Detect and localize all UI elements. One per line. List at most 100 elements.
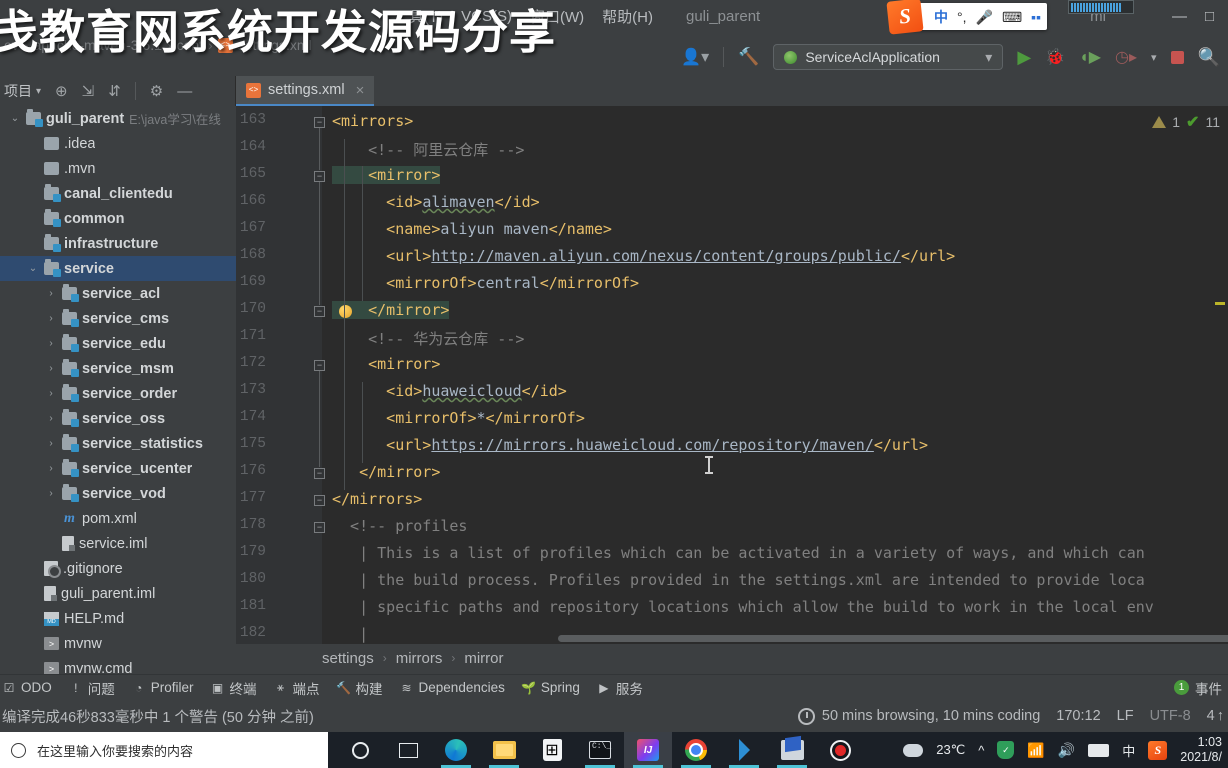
breadcrumb-mirrors[interactable]: mirrors — [396, 650, 443, 667]
indent-setting[interactable]: 4 ↑ — [1207, 708, 1224, 724]
menu-item-help[interactable]: 帮助(H) — [593, 6, 662, 27]
wifi-icon[interactable]: 📶 — [1027, 742, 1044, 759]
hide-icon[interactable]: — — [177, 83, 192, 100]
fold-column[interactable]: − − − − − − − — [314, 106, 334, 644]
chevron-right-icon[interactable]: › — [45, 413, 57, 424]
touch-keyboard-icon[interactable] — [1088, 743, 1110, 757]
chevron-right-icon[interactable]: › — [45, 363, 57, 374]
code-fold-toggle[interactable]: − — [314, 171, 325, 182]
tree-item-guli_parentiml[interactable]: guli_parent.iml — [0, 581, 236, 606]
code-line[interactable]: <mirrorOf>central</mirrorOf> — [332, 274, 639, 292]
code-line[interactable]: <mirror> — [332, 166, 441, 184]
chevron-right-icon[interactable]: › — [45, 388, 57, 399]
tree-item-service_cms[interactable]: › service_cms — [0, 306, 236, 331]
tree-item-idea[interactable]: .idea — [0, 131, 236, 156]
intention-bulb-icon[interactable] — [339, 305, 352, 318]
tree-item-service_order[interactable]: › service_order — [0, 381, 236, 406]
code-line[interactable]: | specific paths and repository location… — [332, 598, 1154, 616]
chevron-right-icon[interactable]: › — [45, 313, 57, 324]
taskbar-edge-icon[interactable] — [432, 732, 480, 768]
gear-icon[interactable]: ⚙ — [150, 82, 163, 100]
taskbar-task-view-icon[interactable] — [384, 732, 432, 768]
code-line[interactable]: <!-- 阿里云仓库 --> — [332, 139, 524, 160]
tree-item-helpmd[interactable]: HELP.md — [0, 606, 236, 631]
gutter-warning-marker[interactable] — [1215, 302, 1225, 305]
line-separator[interactable]: LF — [1117, 708, 1134, 724]
tree-item-canal_clientedu[interactable]: canal_clientedu — [0, 181, 236, 206]
code-line[interactable]: </mirror> — [332, 463, 440, 481]
taskbar-vscode-icon[interactable] — [720, 732, 768, 768]
code-line[interactable]: <url>http://maven.aliyun.com/nexus/conte… — [332, 247, 955, 265]
chevron-right-icon[interactable]: › — [45, 438, 57, 449]
tree-item-service_oss[interactable]: › service_oss — [0, 406, 236, 431]
ime-microphone-icon[interactable]: 🎤 — [976, 10, 993, 24]
volume-icon[interactable]: 🔊 — [1058, 742, 1075, 759]
code-fold-toggle[interactable]: − — [314, 117, 325, 128]
breadcrumb-mirror[interactable]: mirror — [464, 650, 503, 667]
code-line[interactable]: <url>https://mirrors.huaweicloud.com/rep… — [332, 436, 928, 454]
toolwindow-[interactable]: 🔨 构建 — [336, 678, 382, 698]
tree-item-service_acl[interactable]: › service_acl — [0, 281, 236, 306]
ime-chinese-mode-icon[interactable]: 中 — [934, 10, 948, 24]
tree-item-infrastructure[interactable]: infrastructure — [0, 231, 236, 256]
search-icon[interactable]: 🔍 — [1198, 47, 1220, 68]
tree-item-mvnw[interactable]: > mvnw — [0, 631, 236, 656]
chevron-down-icon[interactable]: ▾ — [1151, 51, 1157, 64]
chevron-right-icon[interactable]: › — [45, 463, 57, 474]
code-line[interactable]: <name>aliyun maven</name> — [332, 220, 612, 238]
build-hammer-icon[interactable]: 🔨 — [738, 47, 759, 67]
code-line[interactable]: | the build process. Profiles provided i… — [332, 571, 1145, 589]
code-fold-toggle[interactable]: − — [314, 468, 325, 479]
code-line[interactable]: | This is a list of profiles which can b… — [332, 544, 1145, 562]
maximize-button[interactable]: □ — [1205, 8, 1214, 25]
windows-search-box[interactable]: 在这里输入你要搜索的内容 — [0, 732, 328, 768]
activity-tracker[interactable]: 50 mins browsing, 10 mins coding — [797, 707, 1040, 725]
chevron-down-icon[interactable]: ⌄ — [9, 113, 21, 124]
toolwindow-spring[interactable]: 🌱 Spring — [521, 680, 580, 695]
taskbar-terminal-icon[interactable]: C:\_ — [576, 732, 624, 768]
taskbar-microsoft-store-icon[interactable]: ⊞ — [528, 732, 576, 768]
chevron-down-icon[interactable]: ▾ — [36, 86, 41, 97]
file-encoding[interactable]: UTF-8 — [1150, 708, 1191, 724]
sogou-tray-icon[interactable]: S — [1148, 740, 1168, 760]
close-icon[interactable]: × — [356, 82, 365, 99]
tree-item-service_statistics[interactable]: › service_statistics — [0, 431, 236, 456]
code-line[interactable]: <mirrorOf>*</mirrorOf> — [332, 409, 585, 427]
taskbar-navicat-icon[interactable] — [768, 732, 816, 768]
chevron-right-icon[interactable]: › — [45, 488, 57, 499]
tree-item-mvn[interactable]: .mvn — [0, 156, 236, 181]
ime-language-indicator[interactable]: 中 — [1122, 741, 1135, 760]
ime-punctuation-icon[interactable]: °, — [957, 10, 967, 24]
tree-item-service_msm[interactable]: › service_msm — [0, 356, 236, 381]
code-line[interactable]: <mirrors> — [332, 112, 413, 130]
toolwindow-[interactable]: ⚹ 端点 — [274, 678, 320, 698]
chevron-right-icon[interactable]: › — [45, 288, 57, 299]
debug-icon[interactable]: 🐞 — [1045, 47, 1065, 67]
tree-item-common[interactable]: common — [0, 206, 236, 231]
tree-item-service[interactable]: ⌄ service — [0, 256, 236, 281]
ime-keyboard-icon[interactable]: ⌨ — [1002, 10, 1022, 24]
weather-temperature[interactable]: 23℃ — [936, 742, 965, 758]
editor-gutter[interactable]: 163 164 165 166 167 168 169 170 171 172 173 174 175 1… — [236, 106, 322, 644]
code-fold-toggle[interactable]: − — [314, 495, 325, 506]
toolwindow-[interactable]: ▣ 终端 — [211, 678, 257, 698]
tray-expand-chevron-icon[interactable]: ^ — [978, 743, 984, 758]
locate-file-icon[interactable]: ⊕ — [55, 82, 68, 100]
project-tree[interactable]: ⌄ guli_parent E:\java学习\在线 .idea .mvn canal_c… — [0, 106, 236, 676]
code-line[interactable]: <mirror> — [332, 355, 440, 373]
tree-item-mvnwcmd[interactable]: > mvnw.cmd — [0, 656, 236, 676]
tree-item-service_vod[interactable]: › service_vod — [0, 481, 236, 506]
user-icon[interactable]: 👤▾ — [681, 47, 709, 67]
breadcrumb-settings[interactable]: settings — [322, 650, 374, 667]
tree-item-service_edu[interactable]: › service_edu — [0, 331, 236, 356]
toolwindow-[interactable]: ! 问题 — [69, 678, 115, 698]
code-fold-toggle[interactable]: − — [314, 522, 325, 533]
chevron-down-icon[interactable]: ⌄ — [27, 263, 39, 274]
toolwindow-dependencies[interactable]: ≋ Dependencies — [400, 680, 505, 695]
profile-icon[interactable]: ◷▸ — [1115, 47, 1137, 67]
taskbar-chrome-icon[interactable] — [672, 732, 720, 768]
minimize-button[interactable]: — — [1172, 8, 1187, 25]
inspection-widget[interactable]: 1 ✔ 11 — [1152, 112, 1220, 132]
collapse-all-icon[interactable]: ⇵ — [108, 82, 121, 100]
caret-position[interactable]: 170:12 — [1056, 708, 1100, 724]
